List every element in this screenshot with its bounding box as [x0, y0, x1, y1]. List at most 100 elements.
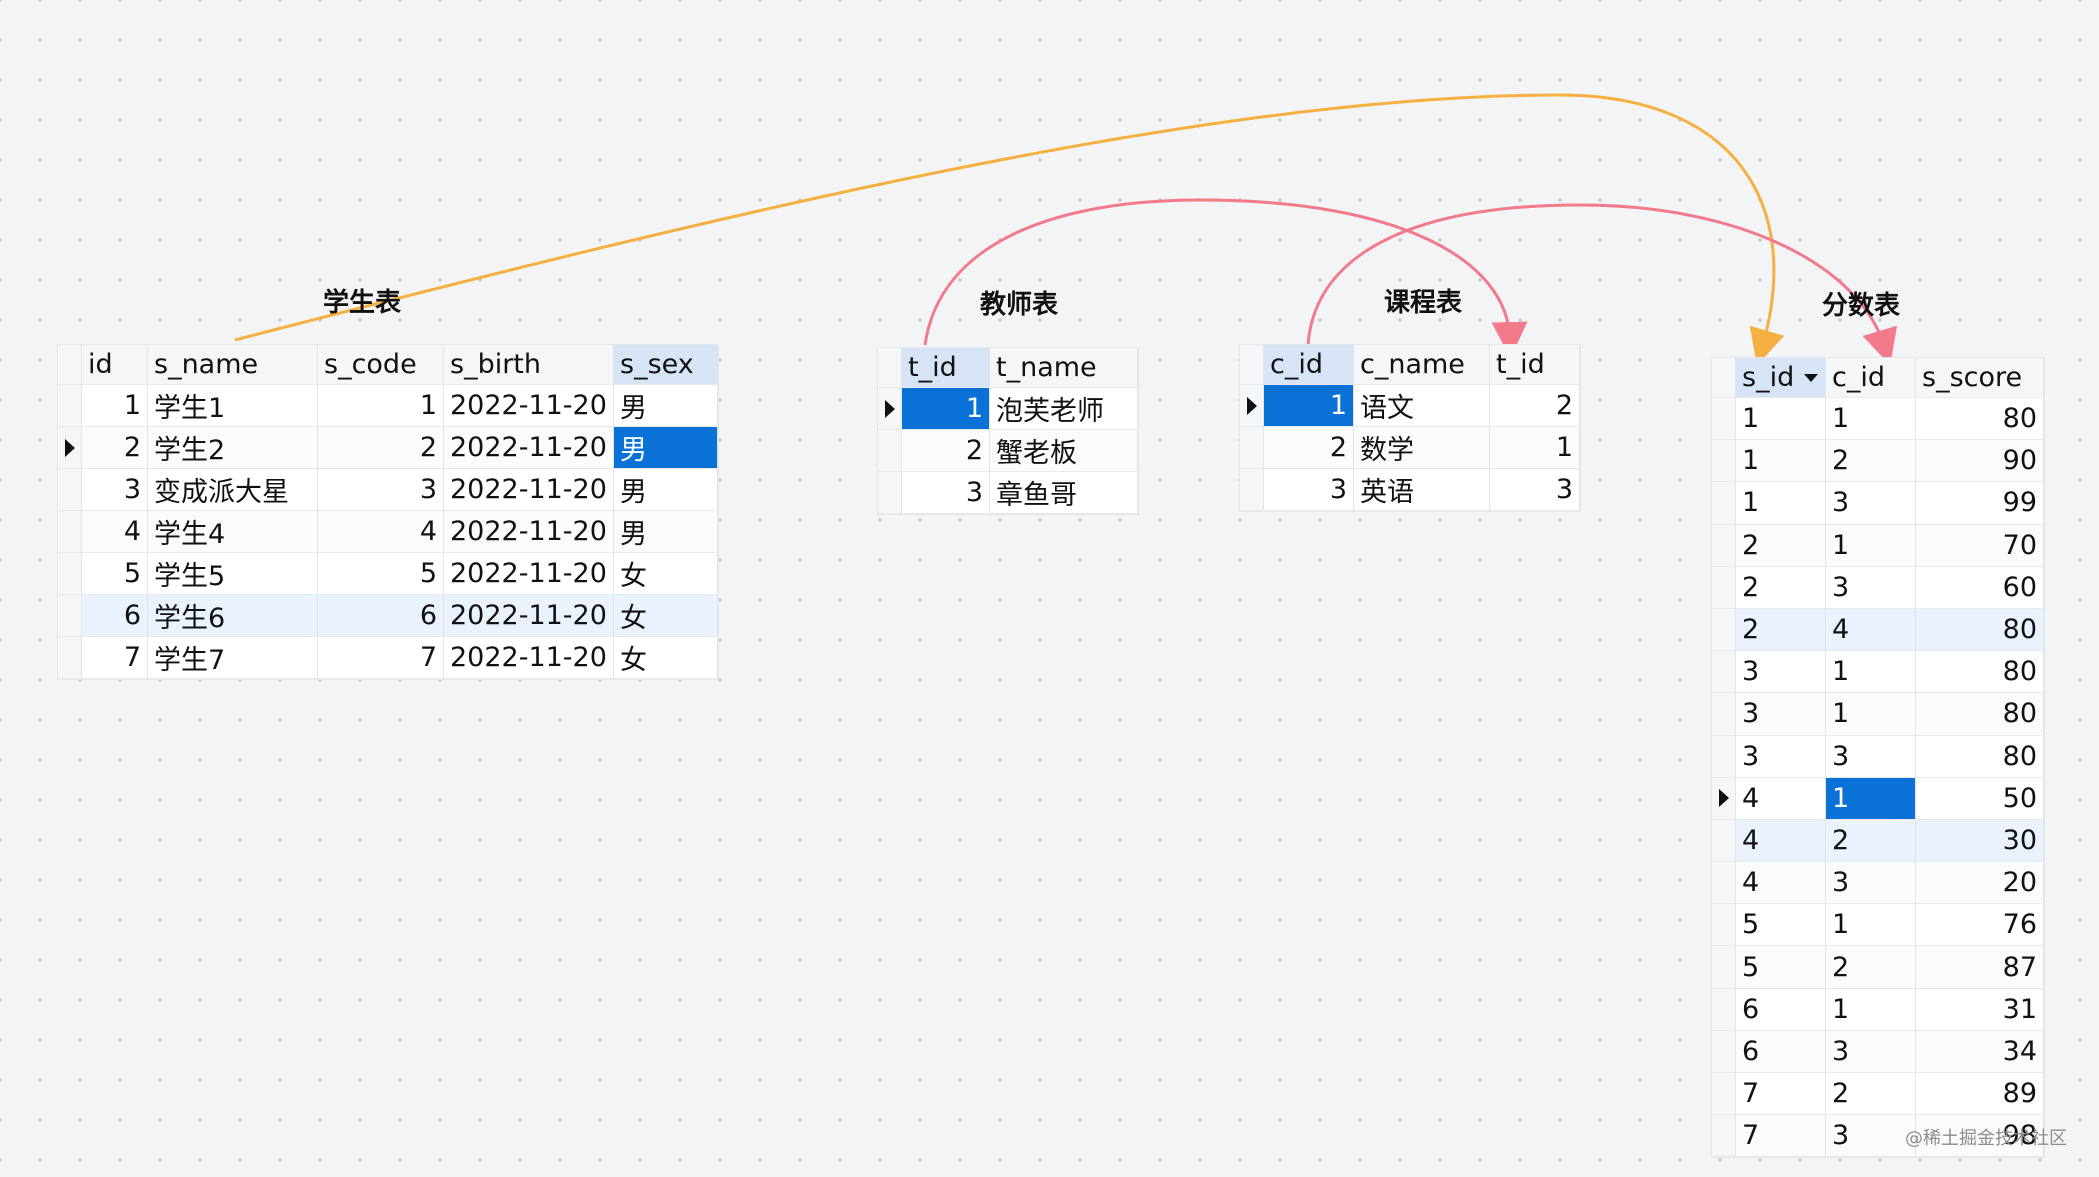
column-header-t-id[interactable]: t_id: [1490, 345, 1580, 385]
table-cell[interactable]: 3: [1826, 862, 1916, 905]
table-row[interactable]: 1 泡芙老师: [878, 388, 1138, 430]
table-cell[interactable]: 数学: [1354, 427, 1490, 469]
table-cell[interactable]: 学生5: [148, 553, 318, 595]
table-row[interactable]: 2 1 70: [1712, 524, 2044, 567]
table-cell[interactable]: 1: [1736, 398, 1826, 441]
selected-cell[interactable]: 1: [902, 388, 990, 430]
table-cell[interactable]: 4: [1736, 819, 1826, 863]
table-row[interactable]: 1 语文 2: [1240, 385, 1580, 427]
table-row[interactable]: 4 1 50: [1712, 777, 2044, 820]
table-cell[interactable]: 2022-11-20: [444, 469, 614, 511]
table-cell[interactable]: 99: [1916, 482, 2044, 525]
column-header-s-score[interactable]: s_score: [1916, 358, 2044, 398]
table-row[interactable]: 1 学生1 1 2022-11-20 男: [58, 385, 718, 427]
table-cell[interactable]: 1: [1826, 988, 1916, 1031]
table-cell[interactable]: 3: [1264, 469, 1354, 511]
table-row[interactable]: 2 3 60: [1712, 566, 2044, 609]
table-cell[interactable]: 60: [1916, 566, 2044, 609]
table-cell[interactable]: 2: [1736, 566, 1826, 609]
table-cell[interactable]: 语文: [1354, 385, 1490, 427]
table-row[interactable]: 6 学生6 6 2022-11-20 女: [58, 595, 718, 637]
table-cell[interactable]: 1: [1736, 482, 1826, 525]
table-cell[interactable]: 4: [1736, 862, 1826, 905]
table-cell[interactable]: 蟹老板: [990, 430, 1138, 472]
table-cell[interactable]: 20: [1916, 862, 2044, 905]
table-cell[interactable]: 3: [1736, 735, 1826, 778]
table-cell[interactable]: 泡芙老师: [990, 388, 1138, 430]
table-cell[interactable]: 2022-11-20: [444, 637, 614, 679]
column-header-s-name[interactable]: s_name: [148, 345, 318, 385]
table-row[interactable]: 1 3 99: [1712, 482, 2044, 525]
table-cell[interactable]: 男: [614, 511, 718, 553]
table-cell[interactable]: 30: [1916, 819, 2044, 863]
table-cell[interactable]: 男: [614, 385, 718, 427]
table-cell[interactable]: 2: [1826, 946, 1916, 989]
table-cell[interactable]: 变成派大星: [148, 469, 318, 511]
table-cell[interactable]: 2022-11-20: [444, 511, 614, 553]
table-cell[interactable]: 34: [1916, 1030, 2044, 1073]
table-cell[interactable]: 3: [1490, 469, 1580, 511]
table-cell[interactable]: 学生6: [148, 595, 318, 637]
table-cell[interactable]: 7: [1736, 1115, 1826, 1158]
table-row[interactable]: 5 1 76: [1712, 904, 2044, 947]
table-cell[interactable]: 女: [614, 637, 718, 679]
table-cell[interactable]: 学生4: [148, 511, 318, 553]
table-cell[interactable]: 1: [1826, 398, 1916, 441]
table-row[interactable]: 6 1 31: [1712, 988, 2044, 1031]
table-cell[interactable]: 学生2: [148, 427, 318, 469]
table-cell[interactable]: 3: [1736, 651, 1826, 694]
table-row[interactable]: 2 蟹老板: [878, 430, 1138, 472]
table-cell[interactable]: 2: [1264, 427, 1354, 469]
table-row[interactable]: 6 3 34: [1712, 1030, 2044, 1073]
table-row[interactable]: 3 3 80: [1712, 735, 2044, 778]
table-cell[interactable]: 3: [1736, 693, 1826, 736]
table-cell[interactable]: 2: [1826, 819, 1916, 863]
table-row[interactable]: 3 英语 3: [1240, 469, 1580, 511]
table-cell[interactable]: 80: [1916, 651, 2044, 694]
table-cell[interactable]: 2: [82, 427, 148, 469]
table-cell[interactable]: 2022-11-20: [444, 595, 614, 637]
table-row[interactable]: 5 2 87: [1712, 946, 2044, 989]
column-header-id[interactable]: id: [82, 345, 148, 385]
table-cell[interactable]: 6: [1736, 988, 1826, 1031]
column-header-s-code[interactable]: s_code: [318, 345, 444, 385]
table-cell[interactable]: 2: [902, 430, 990, 472]
table-cell[interactable]: 2022-11-20: [444, 385, 614, 427]
table-cell[interactable]: 3: [1826, 735, 1916, 778]
table-cell[interactable]: 2: [1736, 524, 1826, 567]
column-header-s-id[interactable]: s_id: [1736, 358, 1826, 398]
table-cell[interactable]: 50: [1916, 777, 2044, 820]
table-cell[interactable]: 2: [1490, 385, 1580, 427]
table-cell[interactable]: 1: [1826, 693, 1916, 736]
table-row[interactable]: 4 3 20: [1712, 862, 2044, 905]
table-cell[interactable]: 女: [614, 595, 718, 637]
table-cell[interactable]: 4: [1736, 777, 1826, 820]
table-cell[interactable]: 1: [1826, 651, 1916, 694]
table-cell[interactable]: 80: [1916, 398, 2044, 441]
table-cell[interactable]: 学生7: [148, 637, 318, 679]
table-cell[interactable]: 5: [318, 553, 444, 595]
selected-cell[interactable]: 1: [1264, 385, 1354, 427]
table-cell[interactable]: 1: [1826, 524, 1916, 567]
table-cell[interactable]: 3: [902, 472, 990, 514]
column-header-c-id[interactable]: c_id: [1264, 345, 1354, 385]
table-cell[interactable]: 31: [1916, 988, 2044, 1031]
table-row[interactable]: 3 1 80: [1712, 693, 2044, 736]
table-cell[interactable]: 4: [318, 511, 444, 553]
table-cell[interactable]: 87: [1916, 946, 2044, 989]
table-cell[interactable]: 3: [1826, 1115, 1916, 1158]
table-row[interactable]: 7 学生7 7 2022-11-20 女: [58, 637, 718, 679]
table-row[interactable]: 3 章鱼哥: [878, 472, 1138, 514]
table-cell[interactable]: 1: [1826, 904, 1916, 947]
table-cell[interactable]: 89: [1916, 1073, 2044, 1116]
table-cell[interactable]: 3: [1826, 566, 1916, 609]
table-row[interactable]: 2 4 80: [1712, 608, 2044, 652]
table-cell[interactable]: 1: [1490, 427, 1580, 469]
table-cell[interactable]: 70: [1916, 524, 2044, 567]
column-header-c-name[interactable]: c_name: [1354, 345, 1490, 385]
table-row[interactable]: 3 1 80: [1712, 651, 2044, 694]
table-cell[interactable]: 7: [1736, 1073, 1826, 1116]
table-row[interactable]: 1 2 90: [1712, 440, 2044, 483]
table-cell[interactable]: 5: [1736, 904, 1826, 947]
table-cell[interactable]: 2: [1736, 608, 1826, 652]
